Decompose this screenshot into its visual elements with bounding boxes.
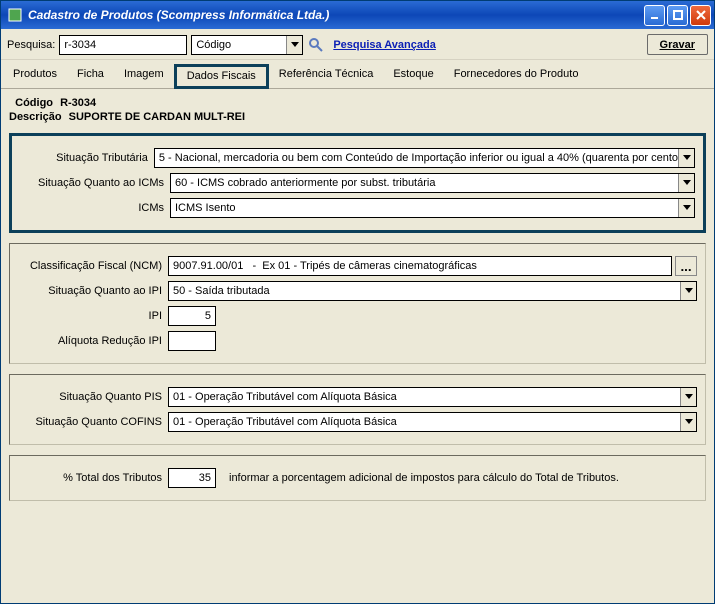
- window-title: Cadastro de Produtos (Scompress Informát…: [28, 8, 644, 22]
- situacao-icms-combo[interactable]: 60 - ICMS cobrado anteriormente por subs…: [170, 173, 695, 193]
- search-type-value: Código: [196, 39, 231, 51]
- search-input[interactable]: [59, 35, 187, 55]
- icms-combo[interactable]: ICMS Isento: [170, 198, 695, 218]
- tab-produtos[interactable]: Produtos: [3, 64, 67, 89]
- situacao-ipi-value: 50 - Saída tributada: [173, 285, 270, 297]
- app-window: Cadastro de Produtos (Scompress Informát…: [0, 0, 715, 604]
- pct-tributos-input[interactable]: [168, 468, 216, 488]
- ncm-lookup-button[interactable]: ...: [675, 256, 697, 276]
- close-button[interactable]: [690, 5, 711, 26]
- window-buttons: [644, 5, 711, 26]
- situacao-pis-label: Situação Quanto PIS: [18, 391, 168, 403]
- situacao-pis-combo[interactable]: 01 - Operação Tributável com Alíquota Bá…: [168, 387, 697, 407]
- titlebar: Cadastro de Produtos (Scompress Informát…: [1, 1, 714, 29]
- icms-label: ICMs: [20, 202, 170, 214]
- tributos-panel: % Total dos Tributos informar a porcenta…: [9, 455, 706, 501]
- maximize-button[interactable]: [667, 5, 688, 26]
- tab-fornecedores[interactable]: Fornecedores do Produto: [444, 64, 589, 89]
- tab-estoque[interactable]: Estoque: [383, 64, 443, 89]
- ipi-panel: Classificação Fiscal (NCM) ... Situação …: [9, 243, 706, 364]
- icms-panel: Situação Tributária 5 - Nacional, mercad…: [9, 133, 706, 233]
- search-bar: Pesquisa: Código Pesquisa Avançada Grava…: [1, 29, 714, 60]
- descricao-line: Descrição SUPORTE DE CARDAN MULT-REI: [9, 111, 706, 123]
- situacao-icms-value: 60 - ICMS cobrado anteriormente por subs…: [175, 177, 435, 189]
- situacao-ipi-label: Situação Quanto ao IPI: [18, 285, 168, 297]
- app-icon: [7, 7, 23, 23]
- search-label: Pesquisa:: [7, 39, 55, 51]
- descricao-label: Descrição: [9, 111, 62, 123]
- tab-imagem[interactable]: Imagem: [114, 64, 174, 89]
- tab-referencia-tecnica[interactable]: Referência Técnica: [269, 64, 384, 89]
- ncm-label: Classificação Fiscal (NCM): [18, 260, 168, 272]
- situacao-cofins-label: Situação Quanto COFINS: [18, 416, 168, 428]
- situacao-cofins-combo[interactable]: 01 - Operação Tributável com Alíquota Bá…: [168, 412, 697, 432]
- pis-cofins-panel: Situação Quanto PIS 01 - Operação Tribut…: [9, 374, 706, 445]
- situacao-icms-label: Situação Quanto ao ICMs: [20, 177, 170, 189]
- aliquota-reducao-ipi-label: Alíquota Redução IPI: [18, 335, 168, 347]
- chevron-down-icon: [680, 282, 696, 300]
- chevron-down-icon: [678, 149, 694, 167]
- situacao-cofins-value: 01 - Operação Tributável com Alíquota Bá…: [173, 416, 397, 428]
- chevron-down-icon: [678, 174, 694, 192]
- codigo-line: Código R-3034: [9, 97, 706, 109]
- chevron-down-icon: [680, 413, 696, 431]
- chevron-down-icon: [678, 199, 694, 217]
- tab-strip: Produtos Ficha Imagem Dados Fiscais Refe…: [1, 60, 714, 89]
- descricao-value: SUPORTE DE CARDAN MULT-REI: [69, 111, 245, 123]
- codigo-value: R-3034: [60, 97, 96, 109]
- chevron-down-icon: [286, 36, 302, 54]
- pct-tributos-label: % Total dos Tributos: [18, 472, 168, 484]
- search-icon[interactable]: [307, 36, 325, 54]
- pct-tributos-hint: informar a porcentagem adicional de impo…: [229, 472, 619, 484]
- tab-content: Código R-3034 Descrição SUPORTE DE CARDA…: [1, 89, 714, 507]
- search-type-combo[interactable]: Código: [191, 35, 303, 55]
- codigo-label: Código: [15, 97, 53, 109]
- ipi-input[interactable]: [168, 306, 216, 326]
- aliquota-reducao-ipi-input[interactable]: [168, 331, 216, 351]
- situacao-tributaria-label: Situação Tributária: [20, 152, 154, 164]
- advanced-search-link[interactable]: Pesquisa Avançada: [333, 39, 436, 51]
- situacao-ipi-combo[interactable]: 50 - Saída tributada: [168, 281, 697, 301]
- situacao-pis-value: 01 - Operação Tributável com Alíquota Bá…: [173, 391, 397, 403]
- tab-dados-fiscais[interactable]: Dados Fiscais: [174, 64, 269, 89]
- minimize-button[interactable]: [644, 5, 665, 26]
- save-button[interactable]: Gravar: [647, 34, 708, 55]
- tab-ficha[interactable]: Ficha: [67, 64, 114, 89]
- chevron-down-icon: [680, 388, 696, 406]
- ncm-input[interactable]: [168, 256, 672, 276]
- ipi-label: IPI: [18, 310, 168, 322]
- icms-value: ICMS Isento: [175, 202, 236, 214]
- situacao-tributaria-value: 5 - Nacional, mercadoria ou bem com Cont…: [159, 152, 678, 164]
- situacao-tributaria-combo[interactable]: 5 - Nacional, mercadoria ou bem com Cont…: [154, 148, 695, 168]
